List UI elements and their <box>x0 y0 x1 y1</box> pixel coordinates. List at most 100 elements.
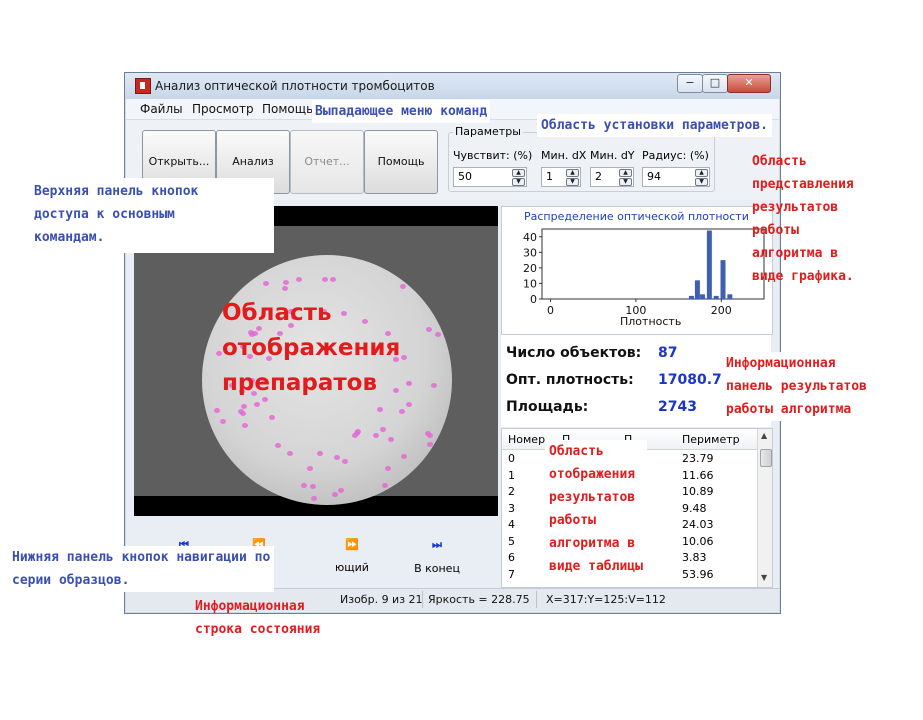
detected-object-marker <box>269 415 276 421</box>
min-dx-spinner[interactable]: 1 ▲ ▼ <box>541 167 581 187</box>
status-divider <box>422 591 423 608</box>
table-cell: 24.03 <box>682 518 714 531</box>
detected-object-marker <box>215 351 222 357</box>
scroll-up-icon[interactable]: ▲ <box>761 431 767 440</box>
detected-object-marker <box>399 283 406 289</box>
spin-down-icon[interactable]: ▼ <box>695 178 708 186</box>
annotation-info: Информационная панель результатов работы… <box>722 352 871 421</box>
table-cell: 3.83 <box>682 551 707 564</box>
detected-object-marker <box>253 401 260 407</box>
detected-object-marker <box>220 418 227 424</box>
radius-spinner[interactable]: 94 ▲ ▼ <box>642 167 710 187</box>
report-button[interactable]: Отчет... <box>290 130 364 194</box>
detected-object-marker <box>214 407 221 413</box>
detected-object-marker <box>372 432 379 438</box>
radius-value: 94 <box>647 170 661 183</box>
detected-object-marker <box>405 402 412 408</box>
min-dx-value: 1 <box>546 170 553 183</box>
detected-object-marker <box>296 277 303 283</box>
radius-label: Радиус: (%) <box>642 149 709 162</box>
menu-files[interactable]: Файлы <box>140 102 183 116</box>
table-scrollbar[interactable]: ▲ ▼ <box>757 429 772 587</box>
table-cell: 7 <box>508 567 515 581</box>
detected-object-marker <box>435 332 442 338</box>
next-icon: ⏩ <box>345 538 359 551</box>
detected-object-marker <box>300 482 307 488</box>
y-tick-label: 20 <box>523 262 537 275</box>
histogram-bar <box>688 295 694 299</box>
detected-object-marker <box>241 422 248 428</box>
title-bar[interactable]: Анализ оптической плотности тромбоцитов … <box>125 73 780 99</box>
detected-object-marker <box>427 433 434 439</box>
table-cell: 9.48 <box>682 501 707 515</box>
spin-down-icon[interactable]: ▼ <box>619 178 632 186</box>
annotation-top-buttons: Верхняя панель кнопок доступа к основным… <box>22 178 274 253</box>
status-coords: X=317:Y=125:V=112 <box>546 593 666 606</box>
sensitivity-label: Чувствит: (%) <box>453 149 533 162</box>
help-button[interactable]: Помощь <box>364 130 438 194</box>
sensitivity-spinner[interactable]: 50 ▲ ▼ <box>453 167 527 187</box>
window-title: Анализ оптической плотности тромбоцитов <box>155 79 435 93</box>
detected-object-marker <box>322 277 329 283</box>
status-image: Изобр. 9 из 21 <box>340 593 423 606</box>
detected-object-marker <box>342 459 349 465</box>
status-divider <box>536 591 537 608</box>
min-dx-label: Мин. dX <box>541 149 587 162</box>
detected-object-marker <box>354 428 361 434</box>
histogram-bar <box>727 294 733 299</box>
y-tick-label: 0 <box>530 293 537 306</box>
histogram-bar <box>713 295 719 299</box>
menu-view[interactable]: Просмотр <box>192 102 254 116</box>
last-button[interactable]: ⏭ В конец <box>409 538 465 575</box>
column-perimeter[interactable]: Периметр <box>682 433 740 446</box>
detected-object-marker <box>275 442 282 448</box>
minimize-button[interactable]: − <box>677 74 703 93</box>
histogram-bar <box>694 280 700 299</box>
detected-object-marker <box>425 326 432 332</box>
area-label: Площадь: <box>506 399 589 415</box>
detected-object-marker <box>382 483 389 489</box>
y-tick-label: 30 <box>523 246 537 259</box>
min-dy-spinner[interactable]: 2 ▲ ▼ <box>590 167 634 187</box>
chart-frame <box>541 228 765 300</box>
scroll-thumb[interactable] <box>760 449 772 467</box>
histogram-bar <box>706 230 712 299</box>
detected-object-marker <box>282 279 289 285</box>
detected-object-marker <box>426 441 433 447</box>
detected-object-marker <box>338 487 345 493</box>
maximize-button[interactable]: □ <box>702 74 728 93</box>
last-icon: ⏭ <box>432 538 442 551</box>
density-chart-panel: Распределение оптической плотности 0 10 20… <box>501 206 773 335</box>
count-value: 87 <box>658 345 678 361</box>
detected-object-marker <box>310 483 317 489</box>
spin-up-icon[interactable]: ▲ <box>619 169 632 177</box>
detected-object-marker <box>332 491 339 497</box>
next-button[interactable]: ⏩ ющий <box>327 538 377 574</box>
spin-up-icon[interactable]: ▲ <box>512 169 525 177</box>
detected-object-marker <box>385 465 392 471</box>
area-value: 2743 <box>658 399 697 415</box>
detected-object-marker <box>281 286 288 292</box>
table-cell: 2 <box>508 485 515 498</box>
table-cell: 11.66 <box>682 468 714 482</box>
annotation-status: Информационная строка состояния <box>195 599 321 637</box>
spin-up-icon[interactable]: ▲ <box>566 169 579 177</box>
x-tick-label: 0 <box>547 304 554 317</box>
close-button[interactable]: ✕ <box>727 74 771 93</box>
detected-object-marker <box>329 276 336 282</box>
spin-down-icon[interactable]: ▼ <box>512 178 525 186</box>
y-tick-label: 10 <box>523 277 537 290</box>
app-icon <box>135 78 151 94</box>
detected-object-marker <box>387 437 394 443</box>
detected-object-marker <box>333 454 340 460</box>
histogram-bar <box>720 260 726 299</box>
density-chart: Распределение оптической плотности 0 10 20… <box>523 210 765 328</box>
spin-up-icon[interactable]: ▲ <box>695 169 708 177</box>
detected-object-marker <box>401 454 408 460</box>
parameters-legend: Параметры <box>453 125 523 138</box>
column-number[interactable]: Номер <box>508 433 545 446</box>
min-dy-label: Мин. dY <box>590 149 635 162</box>
spin-down-icon[interactable]: ▼ <box>566 178 579 186</box>
menu-help[interactable]: Помощь <box>262 102 313 116</box>
scroll-down-icon[interactable]: ▼ <box>761 573 767 582</box>
